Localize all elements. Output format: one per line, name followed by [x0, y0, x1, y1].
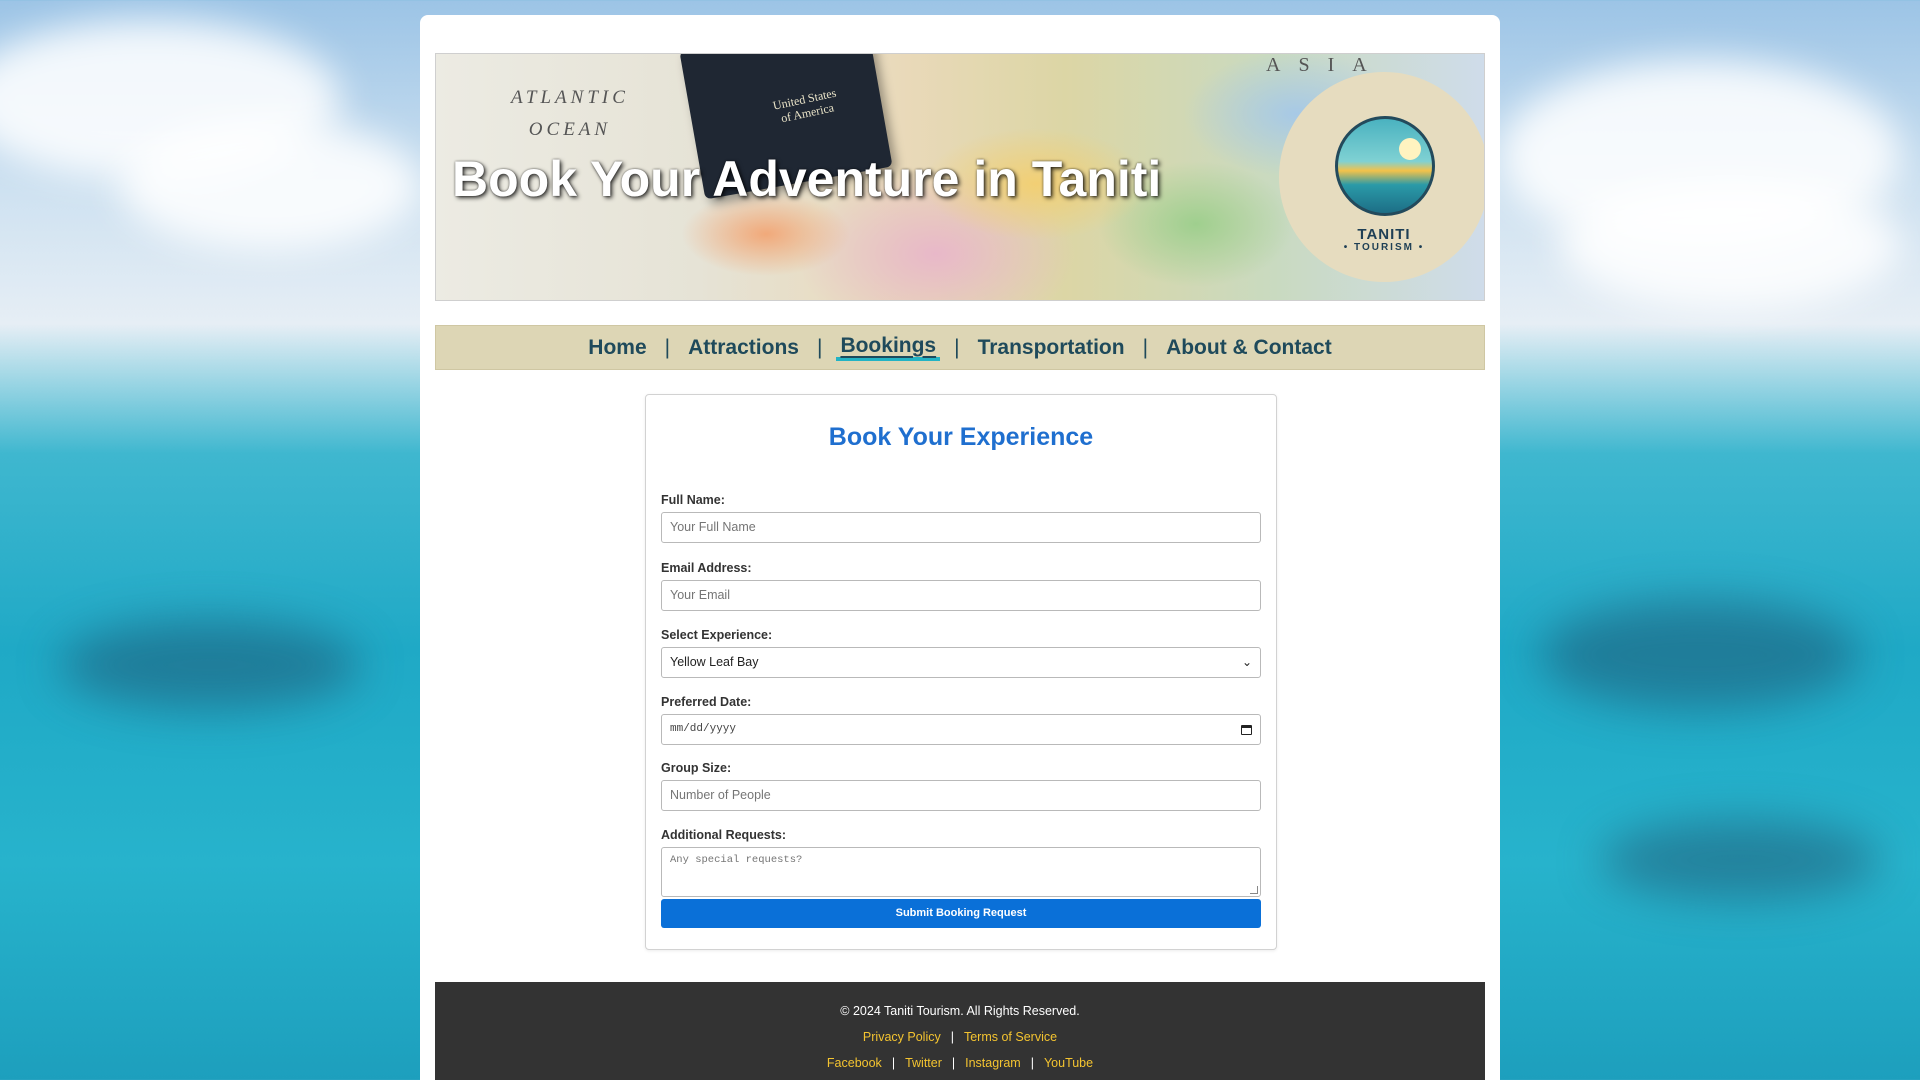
requests-textarea[interactable]: Any special requests? [661, 847, 1261, 897]
nav-about-contact[interactable]: About & Contact [1162, 336, 1336, 360]
sun-icon [1399, 138, 1421, 160]
experience-selected-value: Yellow Leaf Bay [670, 655, 759, 669]
terms-of-service-link[interactable]: Terms of Service [964, 1030, 1057, 1044]
requests-label: Additional Requests: [661, 828, 787, 842]
legal-links: Privacy Policy | Terms of Service [435, 1030, 1485, 1044]
nav-bookings[interactable]: Bookings [836, 334, 941, 361]
map-ocean-label: ATLANTIC OCEAN [511, 82, 629, 146]
page-title: Book Your Adventure in Taniti [452, 151, 1162, 207]
full-name-input[interactable]: Your Full Name [661, 512, 1261, 543]
privacy-policy-link[interactable]: Privacy Policy [863, 1030, 941, 1044]
date-placeholder: mm/dd/yyyy [670, 723, 737, 735]
social-links: Facebook | Twitter | Instagram | YouTube [435, 1056, 1485, 1070]
header-banner: ATLANTIC OCEAN ASIA United States of Ame… [435, 53, 1485, 301]
background-cloud [120, 120, 420, 250]
map-ocean-line1: ATLANTIC [511, 87, 629, 108]
map-ocean-line2: OCEAN [528, 119, 612, 140]
facebook-link[interactable]: Facebook [827, 1056, 882, 1070]
booking-form: Book Your Experience Full Name: Your Ful… [645, 394, 1277, 950]
calendar-icon[interactable] [1241, 724, 1252, 735]
full-name-label: Full Name: [661, 493, 725, 507]
background-reef [60, 620, 360, 710]
date-input[interactable]: mm/dd/yyyy [661, 714, 1261, 745]
logo-name: TANITI [1357, 226, 1411, 243]
nav-separator: | [816, 335, 823, 359]
date-label: Preferred Date: [661, 695, 752, 709]
footer-separator: | [891, 1056, 896, 1070]
footer-separator: | [1030, 1056, 1034, 1070]
nav-separator: | [954, 335, 960, 359]
instagram-link[interactable]: Instagram [965, 1056, 1021, 1070]
resize-handle-icon[interactable] [1250, 886, 1258, 894]
requests-placeholder: Any special requests? [670, 854, 803, 866]
nav-attractions[interactable]: Attractions [684, 336, 803, 360]
group-size-input[interactable]: Number of People [661, 780, 1261, 811]
background-cloud [1560, 180, 1900, 310]
background-reef [1600, 820, 1880, 900]
nav-separator: | [664, 335, 671, 359]
experience-select[interactable]: Yellow Leaf Bay ⌄ [661, 647, 1261, 678]
copyright-text: © 2024 Taniti Tourism. All Rights Reserv… [840, 1004, 1080, 1018]
background-reef [1540, 600, 1860, 710]
submit-booking-button[interactable]: Submit Booking Request [661, 899, 1261, 928]
twitter-link[interactable]: Twitter [905, 1056, 942, 1070]
group-size-label: Group Size: [661, 761, 732, 775]
nav-separator: | [1142, 335, 1149, 359]
taniti-tourism-logo: TANITI • TOURISM • [1279, 72, 1484, 282]
main-navigation: Home | Attractions | Bookings | Transpor… [435, 325, 1485, 370]
youtube-link[interactable]: YouTube [1044, 1056, 1093, 1070]
logo-subtitle: • TOURISM • [1343, 242, 1425, 253]
footer-separator: | [950, 1030, 954, 1044]
island-palm-sun-logo-icon [1335, 116, 1435, 216]
form-heading: Book Your Experience [828, 423, 1094, 451]
page-container: ATLANTIC OCEAN ASIA United States of Ame… [420, 15, 1500, 1080]
footer: © 2024 Taniti Tourism. All Rights Reserv… [435, 982, 1485, 1080]
email-label: Email Address: [661, 561, 752, 575]
chevron-down-icon: ⌄ [1241, 655, 1252, 669]
nav-transportation[interactable]: Transportation [974, 336, 1129, 360]
nav-home[interactable]: Home [584, 336, 650, 360]
experience-label: Select Experience: [661, 628, 773, 642]
footer-separator: | [951, 1056, 956, 1070]
email-input[interactable]: Your Email [661, 580, 1261, 611]
